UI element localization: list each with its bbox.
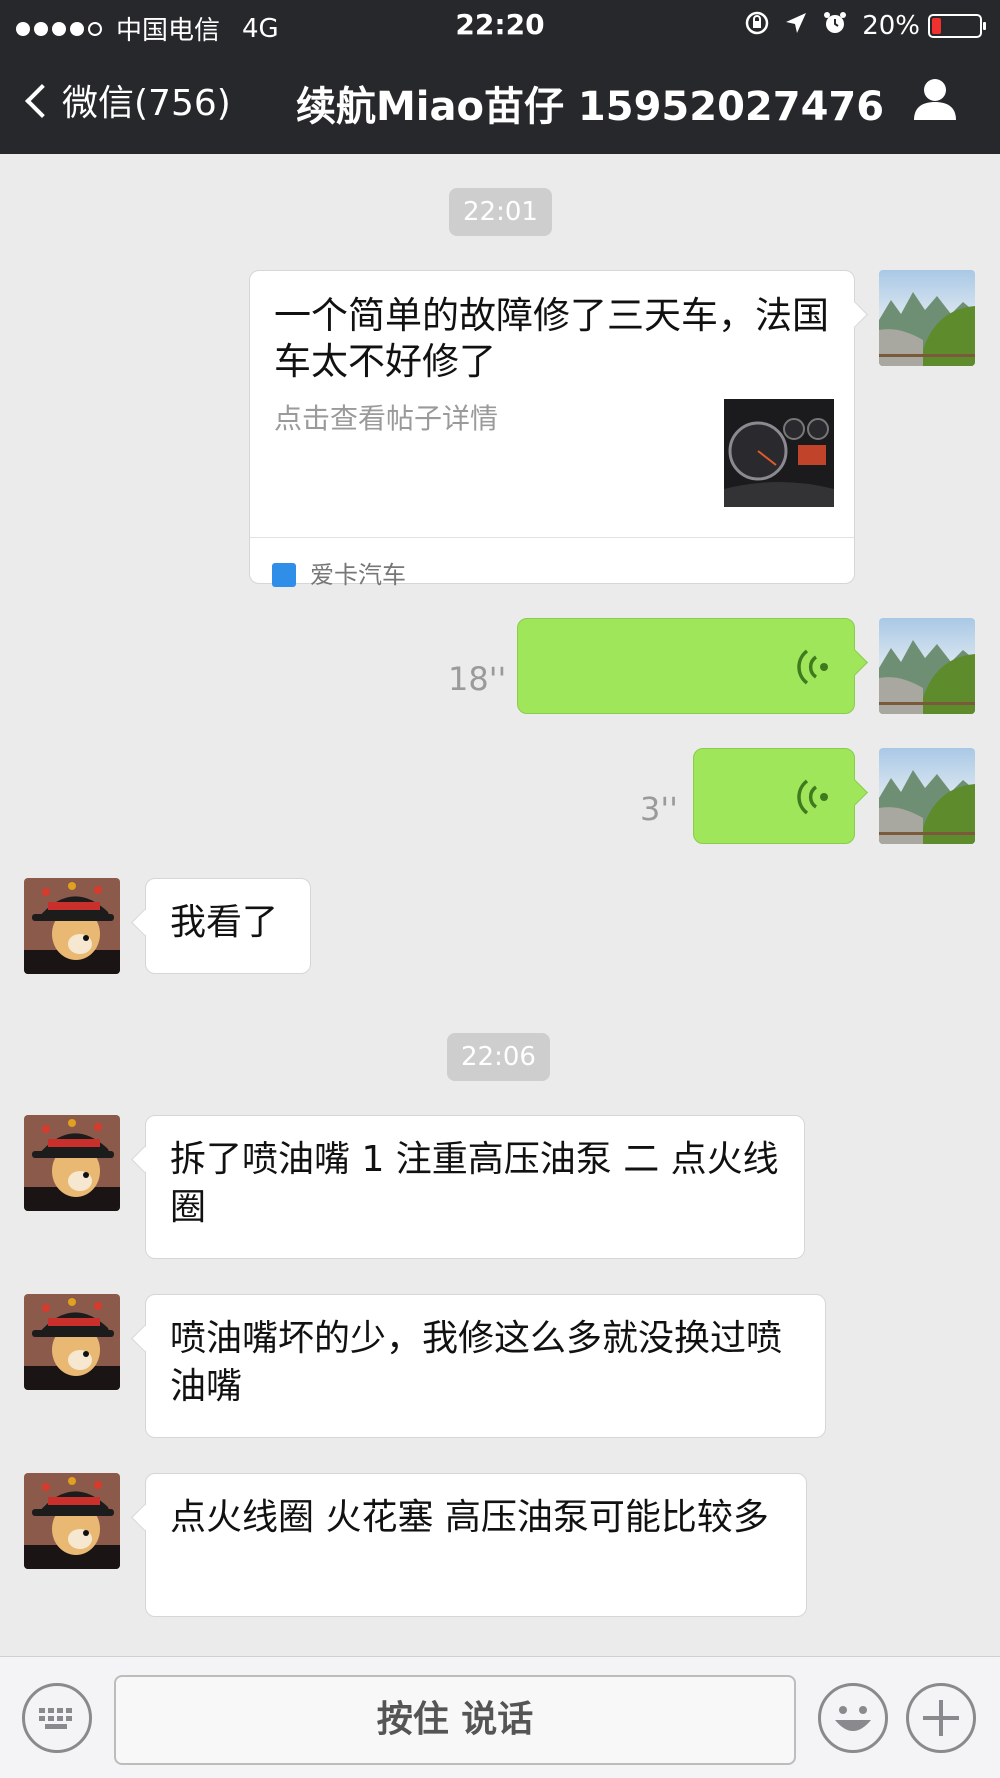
link-card[interactable]: 一个简单的故障修了三天车，法国车太不好修了 点击查看帖子详情 爱卡汽车: [249, 270, 855, 589]
contact-avatar[interactable]: [24, 1294, 120, 1390]
back-button[interactable]: 微信(756): [25, 74, 231, 126]
emoji-icon[interactable]: [818, 1683, 888, 1753]
chat-header: 微信(756) 续航Miao苗仔 15952027476: [0, 50, 1000, 154]
back-chevron-icon: [25, 84, 59, 118]
source-name: 爱卡汽车: [310, 561, 406, 589]
link-card-source: 爱卡汽车: [272, 551, 406, 599]
status-bar: 中国电信 4G 22:20 20%: [0, 0, 1000, 50]
message-text: 点火线圈 火花塞 高压油泵可能比较多: [170, 1497, 769, 1538]
dashboard-thumbnail: [724, 399, 834, 507]
message-text: 我看了: [170, 902, 279, 943]
battery-level-fill: [932, 18, 941, 34]
input-bar: 按住 说话: [0, 1656, 1000, 1778]
timestamp: 22:01: [449, 188, 552, 236]
link-card-divider: [250, 537, 854, 538]
battery-icon: [928, 14, 986, 38]
link-card-title: 一个简单的故障修了三天车，法国车太不好修了: [274, 294, 829, 383]
chat-bubble[interactable]: 点火线圈 火花塞 高压油泵可能比较多: [145, 1473, 807, 1617]
my-avatar[interactable]: [879, 748, 975, 844]
voice-duration: 3'': [640, 790, 678, 828]
chat-bubble[interactable]: 拆了喷油嘴 1 注重高压油泵 二 点火线圈: [145, 1115, 805, 1259]
my-avatar[interactable]: [879, 618, 975, 714]
message-text: 拆了喷油嘴 1 注重高压油泵 二 点火线圈: [170, 1139, 779, 1228]
chat-bubble[interactable]: 我看了: [145, 878, 311, 974]
alarm-icon: [822, 10, 848, 42]
message-text: 喷油嘴坏的少，我修这么多就没换过喷油嘴: [170, 1318, 783, 1407]
contact-avatar[interactable]: [24, 1115, 120, 1211]
aika-logo-icon: [272, 563, 296, 587]
voice-wave-icon: [794, 647, 830, 687]
timestamp: 22:06: [447, 1033, 550, 1081]
hold-to-talk-button[interactable]: 按住 说话: [114, 1675, 796, 1765]
voice-message[interactable]: [693, 748, 855, 844]
lock-rotation-icon: [744, 10, 770, 42]
voice-wave-icon: [794, 777, 830, 817]
back-label: 微信(756): [62, 83, 231, 124]
link-card-description: 点击查看帖子详情: [274, 402, 499, 435]
chat-bubble[interactable]: 喷油嘴坏的少，我修这么多就没换过喷油嘴: [145, 1294, 826, 1438]
my-avatar[interactable]: [879, 270, 975, 366]
location-arrow-icon: [784, 11, 808, 41]
keyboard-icon[interactable]: [22, 1683, 92, 1753]
contact-avatar[interactable]: [24, 878, 120, 974]
contact-avatar[interactable]: [24, 1473, 120, 1569]
voice-message[interactable]: [517, 618, 855, 714]
battery-percent: 20%: [862, 11, 920, 41]
profile-icon[interactable]: [912, 76, 958, 122]
plus-icon[interactable]: [906, 1683, 976, 1753]
voice-duration: 18'': [448, 660, 507, 698]
chat-title: 续航Miao苗仔 15952027476: [296, 84, 885, 130]
